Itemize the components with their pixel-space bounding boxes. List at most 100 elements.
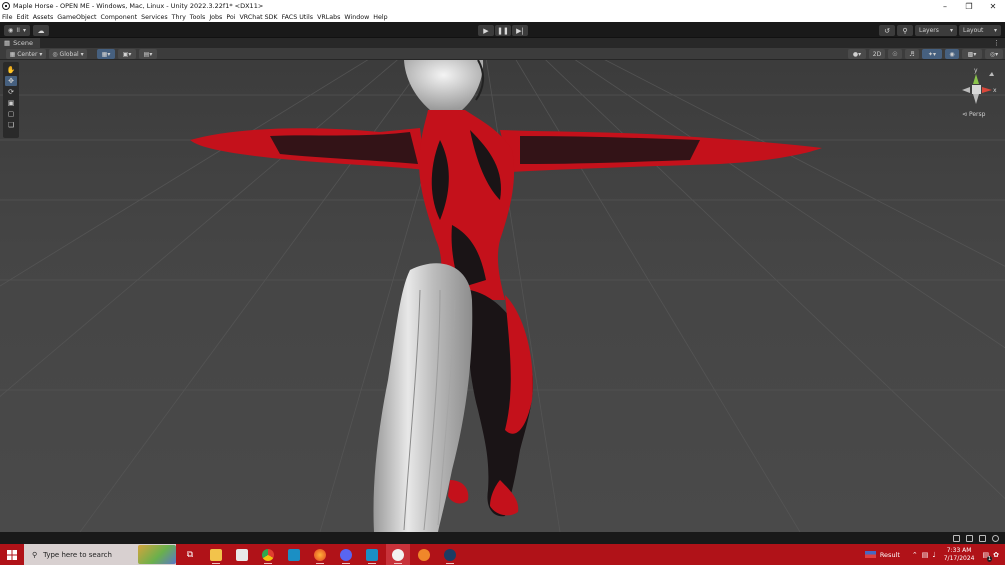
layers-dropdown[interactable]: Layers ▾ (915, 25, 957, 36)
vrc-creator-icon (366, 548, 378, 561)
menu-assets[interactable]: Assets (33, 14, 54, 21)
notification-icon[interactable]: ▤ 1 (983, 551, 993, 562)
projection-toggle[interactable]: ⊲ Persp (962, 111, 985, 118)
history-button[interactable]: ↺ (879, 25, 895, 36)
system-tray: Result ⌃ ▤ ♩ 7:33 AM 7/17/2024 ▤ 1 ✿ (864, 544, 1005, 565)
layout-dropdown[interactable]: Layout ▾ (959, 25, 1001, 36)
projection-label: Persp (968, 111, 986, 118)
menu-tools[interactable]: Tools (190, 14, 206, 21)
weather-label: Result (879, 550, 900, 559)
pause-button[interactable]: ❚❚ (495, 25, 511, 36)
volume-icon[interactable]: ♩ (932, 551, 935, 559)
taskbar-firefox[interactable] (308, 544, 332, 565)
rect-tool[interactable]: ▢ (5, 109, 17, 119)
search-button[interactable]: ⚲ (897, 25, 913, 36)
copilot-icon[interactable]: ✿ (993, 551, 999, 559)
close-button[interactable]: ✕ (981, 0, 1005, 12)
start-button[interactable] (0, 544, 24, 565)
eye-slash-icon: ◉ (949, 50, 955, 58)
account-icon: ◉ (8, 27, 14, 34)
menu-window[interactable]: Window (344, 14, 369, 21)
hidden-objects-toggle[interactable]: ◉ (945, 49, 959, 59)
taskbar-search-box[interactable]: ⚲ Type here to search (24, 544, 176, 565)
menu-gameobject[interactable]: GameObject (57, 14, 96, 21)
account-dropdown[interactable]: ◉ II ▾ (4, 25, 30, 36)
flag-icon (864, 551, 876, 558)
pivot-mode-dropdown[interactable]: ▦ Center ▾ (6, 49, 46, 59)
effects-dropdown[interactable]: ✦▾ (922, 49, 942, 59)
history-icon: ↺ (884, 26, 890, 35)
chevron-down-icon: ▾ (22, 27, 26, 34)
taskbar-vrc-app[interactable] (282, 544, 306, 565)
grid-snap-toggle[interactable]: ▦▾ (97, 49, 115, 59)
cloud-button[interactable]: ☁ (33, 25, 49, 36)
menu-vrlabs[interactable]: VRLabs (317, 14, 340, 21)
gizmos-icon: ◎▾ (989, 50, 999, 58)
menu-edit[interactable]: Edit (17, 14, 29, 21)
tab-scene-label: Scene (13, 39, 33, 47)
scale-tool[interactable]: ▣ (5, 98, 17, 108)
taskbar-vrc-creator[interactable] (360, 544, 384, 565)
scene-viewport[interactable] (0, 60, 1005, 532)
scene-toolbar: ▦ Center ▾ ◎ Global ▾ ▦▾ ▣▾ ▤▾ ●▾ 2D ☉ ♬… (0, 48, 1005, 60)
audio-toggle[interactable]: ♬ (905, 49, 919, 59)
rotate-icon: ⟳ (8, 88, 14, 96)
shading-mode-dropdown[interactable]: ●▾ (848, 49, 866, 59)
menu-facs-utils[interactable]: FACS Utils (282, 14, 314, 21)
search-highlight-image (138, 545, 176, 564)
task-view-icon: ⧉ (186, 549, 194, 560)
notification-count: 1 (986, 555, 993, 562)
tab-scene[interactable]: ▦ Scene (0, 38, 40, 48)
snap-icon: ▣▾ (122, 50, 132, 58)
more-options-icon[interactable]: ⋮ (993, 39, 1000, 47)
scene-tab-strip: ▦ Scene ⋮ (0, 38, 1005, 48)
taskbar-unity[interactable] (386, 544, 410, 565)
rotate-tool[interactable]: ⟳ (5, 87, 17, 97)
move-tool[interactable]: ✥ (5, 76, 17, 86)
task-view-button[interactable]: ⧉ (178, 544, 202, 565)
restore-button[interactable]: ❐ (957, 0, 981, 12)
menu-jobs[interactable]: Jobs (209, 14, 222, 21)
ruler-dropdown[interactable]: ▤▾ (139, 49, 157, 59)
menu-thry[interactable]: Thry (172, 14, 186, 21)
bug-icon[interactable] (953, 535, 960, 542)
camera-dropdown[interactable]: ▩▾ (962, 49, 982, 59)
taskbar-chrome[interactable] (256, 544, 280, 565)
menu-vrchat-sdk[interactable]: VRChat SDK (240, 14, 278, 21)
taskbar-file-explorer[interactable] (204, 544, 228, 565)
cache-icon[interactable] (966, 535, 973, 542)
gizmos-dropdown[interactable]: ◎▾ (985, 49, 1003, 59)
pivot-icon: ▦ (9, 50, 16, 58)
menu-component[interactable]: Component (101, 14, 138, 21)
network-icon[interactable]: ▤ (922, 551, 929, 559)
hand-tool[interactable]: ✋ (5, 65, 17, 75)
menu-help[interactable]: Help (373, 14, 387, 21)
menu-file[interactable]: File (2, 14, 13, 21)
progress-icon[interactable] (979, 535, 986, 542)
taskbar-blender[interactable] (412, 544, 436, 565)
globe-icon: ◎ (52, 50, 58, 58)
search-icon: ⚲ (32, 550, 38, 559)
weather-widget[interactable]: Result (864, 550, 900, 559)
2d-toggle[interactable]: 2D (869, 49, 885, 59)
snap-increment-dropdown[interactable]: ▣▾ (118, 49, 136, 59)
play-button[interactable]: ▶ (478, 25, 494, 36)
menu-poi[interactable]: Poi (226, 14, 235, 21)
window-title: Maple Horse - OPEN ME - Windows, Mac, Li… (13, 2, 264, 10)
play-icon: ▶ (483, 26, 489, 35)
step-button[interactable]: ▶| (512, 25, 528, 36)
chevron-down-icon: ▾ (949, 27, 953, 34)
status-bar (0, 532, 1005, 544)
transform-tool[interactable]: ❏ (5, 120, 17, 130)
lighting-status-icon[interactable] (992, 535, 999, 542)
taskbar-discord[interactable] (334, 544, 358, 565)
taskbar-store[interactable] (230, 544, 254, 565)
taskbar-clock[interactable]: 7:33 AM 7/17/2024 (944, 547, 975, 563)
chrome-icon (262, 548, 274, 561)
menu-services[interactable]: Services (141, 14, 168, 21)
lighting-toggle[interactable]: ☉ (888, 49, 902, 59)
taskbar-steam[interactable] (438, 544, 462, 565)
chevron-up-icon[interactable]: ⌃ (912, 551, 918, 559)
space-mode-dropdown[interactable]: ◎ Global ▾ (49, 49, 87, 59)
minimize-button[interactable]: – (933, 0, 957, 12)
